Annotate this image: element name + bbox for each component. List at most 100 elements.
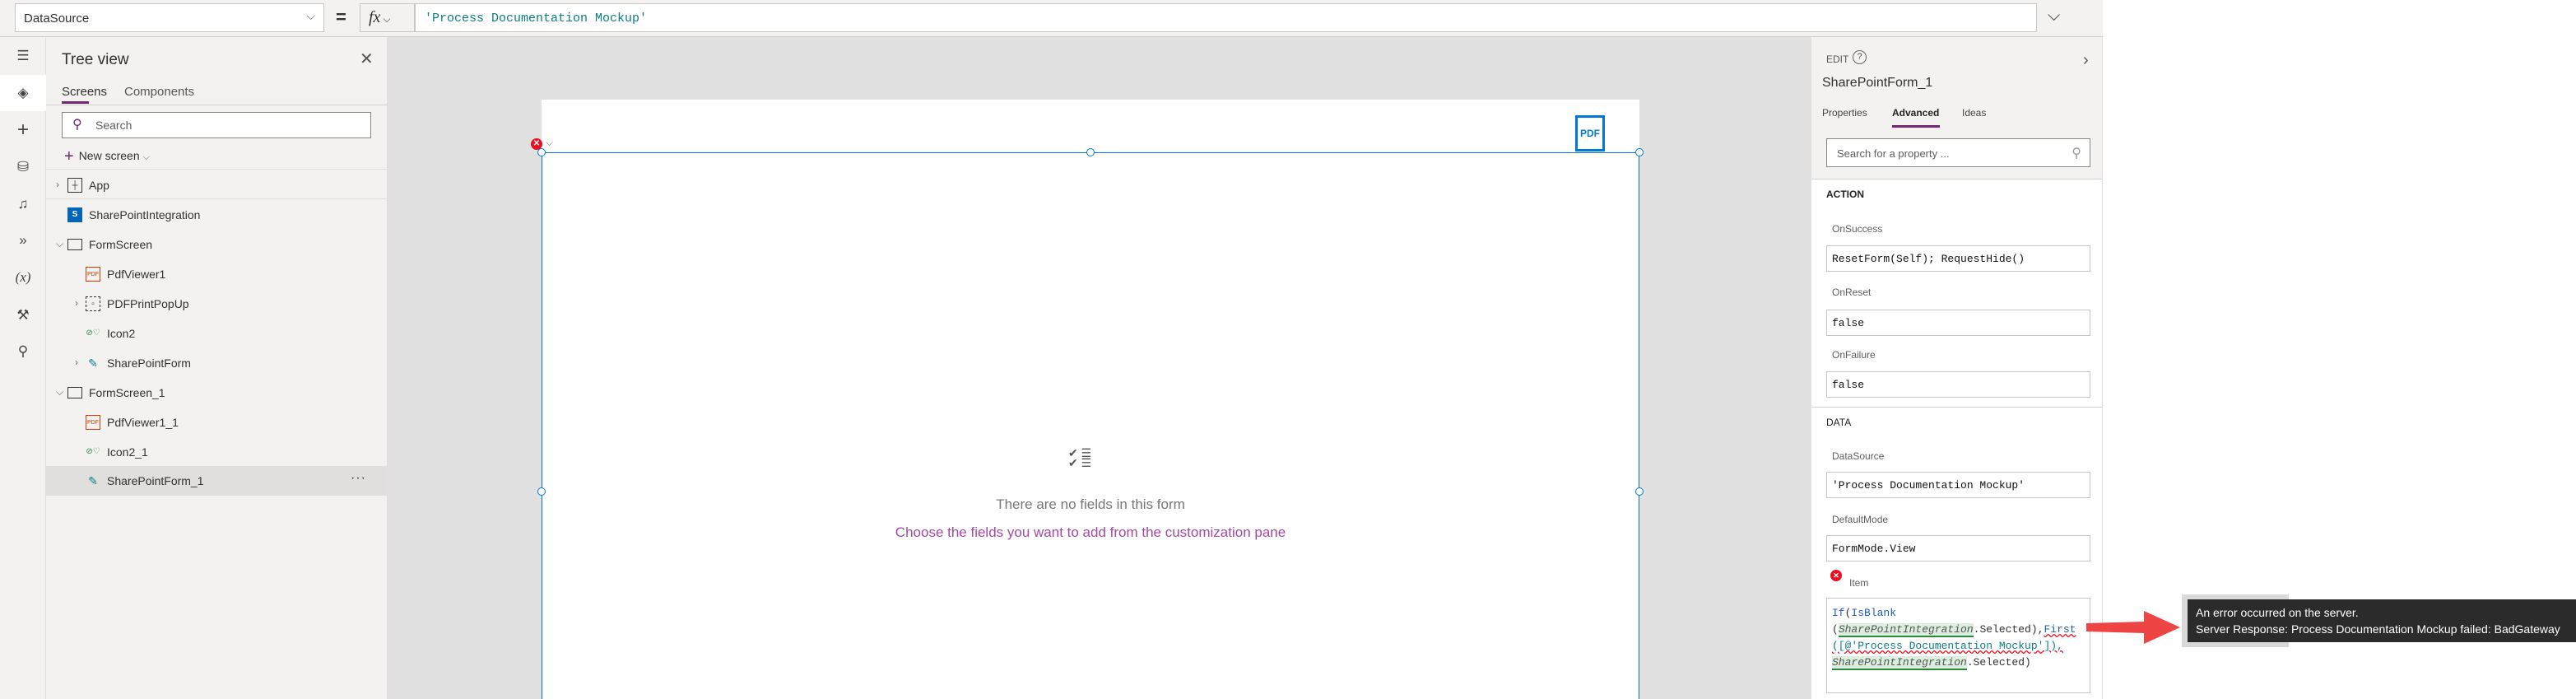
- item-label: Item: [1849, 577, 1869, 589]
- new-screen-label: New screen: [78, 149, 140, 162]
- onsuccess-input[interactable]: ResetForm(Self); RequestHide(): [1826, 245, 2090, 272]
- checklist-icon: ✔ ☰ ✔ ☰: [1068, 446, 1092, 469]
- search-icon: ⚲: [2071, 147, 2081, 161]
- hamburger-icon[interactable]: ☰: [0, 40, 46, 72]
- formula-token: If: [1832, 607, 1845, 619]
- resize-handle[interactable]: [1635, 487, 1644, 496]
- tree-view-panel: Tree view ✕ Screens Components ⚲ Search +…: [46, 37, 388, 699]
- tree-item-sharepointform-1[interactable]: ✎ SharePointForm_1 ···: [46, 466, 388, 496]
- control-name: SharePointForm_1: [1822, 76, 1933, 90]
- tree-item-sharepointintegration[interactable]: S SharePointIntegration: [46, 200, 388, 230]
- tab-ideas[interactable]: Ideas: [1962, 107, 1986, 119]
- defaultmode-input[interactable]: FormMode.View: [1826, 535, 2090, 562]
- formula-token: (: [1832, 623, 1839, 636]
- close-icon[interactable]: ✕: [360, 49, 374, 69]
- resize-handle[interactable]: [1086, 148, 1095, 156]
- resize-handle[interactable]: [1635, 148, 1644, 156]
- database-icon[interactable]: ⛁: [0, 151, 46, 184]
- search-icon[interactable]: ⚲: [0, 335, 46, 368]
- datasource-input[interactable]: 'Process Documentation Mockup': [1826, 472, 2090, 498]
- pdf-icon: PDF: [86, 267, 100, 282]
- tree-item-formscreen-1[interactable]: ⌵ FormScreen_1: [46, 378, 388, 408]
- pdf-icon: PDF: [86, 415, 100, 430]
- formula-token: IsBlank: [1851, 607, 1897, 619]
- more-options-icon[interactable]: ···: [351, 471, 366, 486]
- power-automate-icon[interactable]: »: [0, 224, 46, 257]
- tab-components[interactable]: Components: [124, 85, 194, 99]
- tab-advanced[interactable]: Advanced: [1892, 107, 1939, 119]
- active-tab-indicator: [1892, 125, 1940, 128]
- resize-handle[interactable]: [537, 487, 546, 496]
- empty-form-title: There are no fields in this form: [996, 496, 1185, 512]
- error-icon[interactable]: ✕: [1830, 570, 1842, 581]
- pdf-icon[interactable]: PDF: [1575, 115, 1605, 151]
- app-icon: ┼: [67, 178, 82, 193]
- formula-input[interactable]: 'Process Documentation Mockup': [415, 3, 2037, 32]
- chevron-right-icon[interactable]: ›: [2083, 51, 2089, 70]
- tree-item-label: Icon2_1: [107, 445, 148, 459]
- chevron-right-icon[interactable]: ›: [75, 297, 78, 309]
- search-placeholder: Search: [95, 119, 133, 132]
- datasource-label: DataSource: [1832, 450, 1885, 462]
- media-icon[interactable]: ♫: [0, 188, 46, 221]
- divider: [46, 198, 388, 199]
- tree-item-app[interactable]: › ┼ App: [46, 170, 388, 200]
- tree-item-icon2-1[interactable]: ⊘♡ Icon2_1: [46, 437, 388, 467]
- left-rail: ☰ ◈ + ⛁ ♫ » (x) ⚒ ⚲: [0, 37, 46, 699]
- property-search-input[interactable]: Search for a property ... ⚲: [1826, 138, 2090, 167]
- formula-bar: DataSource ⌵ = fx ⌵ 'Process Documentatio…: [0, 0, 2103, 37]
- chevron-down-icon[interactable]: ⌵: [56, 238, 63, 250]
- data-heading: DATA: [1826, 417, 1852, 428]
- fx-button[interactable]: fx ⌵: [360, 3, 415, 32]
- icons-icon: ⊘♡: [86, 329, 100, 338]
- chevron-down-icon[interactable]: ⌵: [546, 137, 553, 149]
- formula-token: .Selected),: [1973, 623, 2044, 636]
- tooltip-line-2: Server Response: Process Documentation M…: [2196, 622, 2560, 636]
- property-dropdown[interactable]: DataSource ⌵: [15, 3, 324, 32]
- form-selection-frame[interactable]: [542, 152, 1639, 699]
- onreset-input[interactable]: false: [1826, 310, 2090, 336]
- sharepoint-icon: S: [67, 207, 82, 222]
- tree-item-pdfviewer1-1[interactable]: PDF PdfViewer1_1: [46, 408, 388, 437]
- screen-icon: [67, 239, 82, 250]
- tree-item-pdfviewer1[interactable]: PDF PdfViewer1: [46, 259, 388, 289]
- search-icon: ⚲: [72, 118, 82, 132]
- variables-icon[interactable]: (x): [0, 261, 46, 294]
- error-icon[interactable]: ✕: [531, 138, 542, 150]
- chevron-right-icon[interactable]: ›: [56, 179, 59, 190]
- chevron-down-icon[interactable]: ⌵: [56, 386, 63, 398]
- icons-icon: ⊘♡: [86, 447, 100, 456]
- formula-token: SharePointIntegration: [1838, 623, 1974, 637]
- plus-icon[interactable]: +: [0, 114, 46, 147]
- tree-search-input[interactable]: ⚲ Search: [62, 112, 371, 138]
- new-screen-button[interactable]: + New screen ⌵: [64, 147, 150, 166]
- empty-form-hint-link[interactable]: Choose the fields you want to add from t…: [761, 524, 1420, 541]
- chevron-right-icon[interactable]: ›: [75, 356, 78, 368]
- tree-item-formscreen[interactable]: ⌵ FormScreen: [46, 230, 388, 259]
- tree-item-label: SharePointIntegration: [89, 208, 201, 221]
- chevron-down-icon: ⌵: [142, 152, 150, 162]
- formula-token: .Selected): [1966, 656, 2031, 669]
- defaultmode-label: DefaultMode: [1832, 514, 1889, 525]
- form-icon: ✎: [88, 356, 98, 370]
- onfailure-input[interactable]: false: [1826, 371, 2090, 398]
- error-tooltip: An error occurred on the server. Server …: [2188, 599, 2576, 642]
- layers-icon[interactable]: ◈: [0, 75, 46, 111]
- edit-label: EDIT: [1826, 54, 1849, 65]
- tree-item-pdfprintpopup[interactable]: › ▫ PDFPrintPopUp: [46, 289, 388, 319]
- help-icon[interactable]: ?: [1853, 50, 1867, 64]
- tree-item-label: PdfViewer1: [107, 268, 166, 281]
- tree-item-sharepointform[interactable]: › ✎ SharePointForm: [46, 348, 388, 378]
- tree-item-icon2[interactable]: ⊘♡ Icon2: [46, 319, 388, 348]
- tools-icon[interactable]: ⚒: [0, 299, 46, 332]
- panel-header: EDIT ? › SharePointForm_1 Properties Adv…: [1811, 37, 2102, 179]
- fx-icon: fx: [369, 8, 381, 26]
- expand-formula-icon[interactable]: ⌵: [2048, 7, 2060, 26]
- onsuccess-label: OnSuccess: [1832, 223, 1883, 235]
- item-formula-input[interactable]: If(IsBlank (SharePointIntegration.Select…: [1826, 598, 2090, 693]
- tree-item-label: App: [89, 179, 109, 192]
- form-icon: ✎: [88, 474, 98, 487]
- tab-properties[interactable]: Properties: [1822, 107, 1867, 119]
- chevron-down-icon: ⌵: [306, 9, 315, 22]
- tab-screens[interactable]: Screens: [62, 85, 107, 99]
